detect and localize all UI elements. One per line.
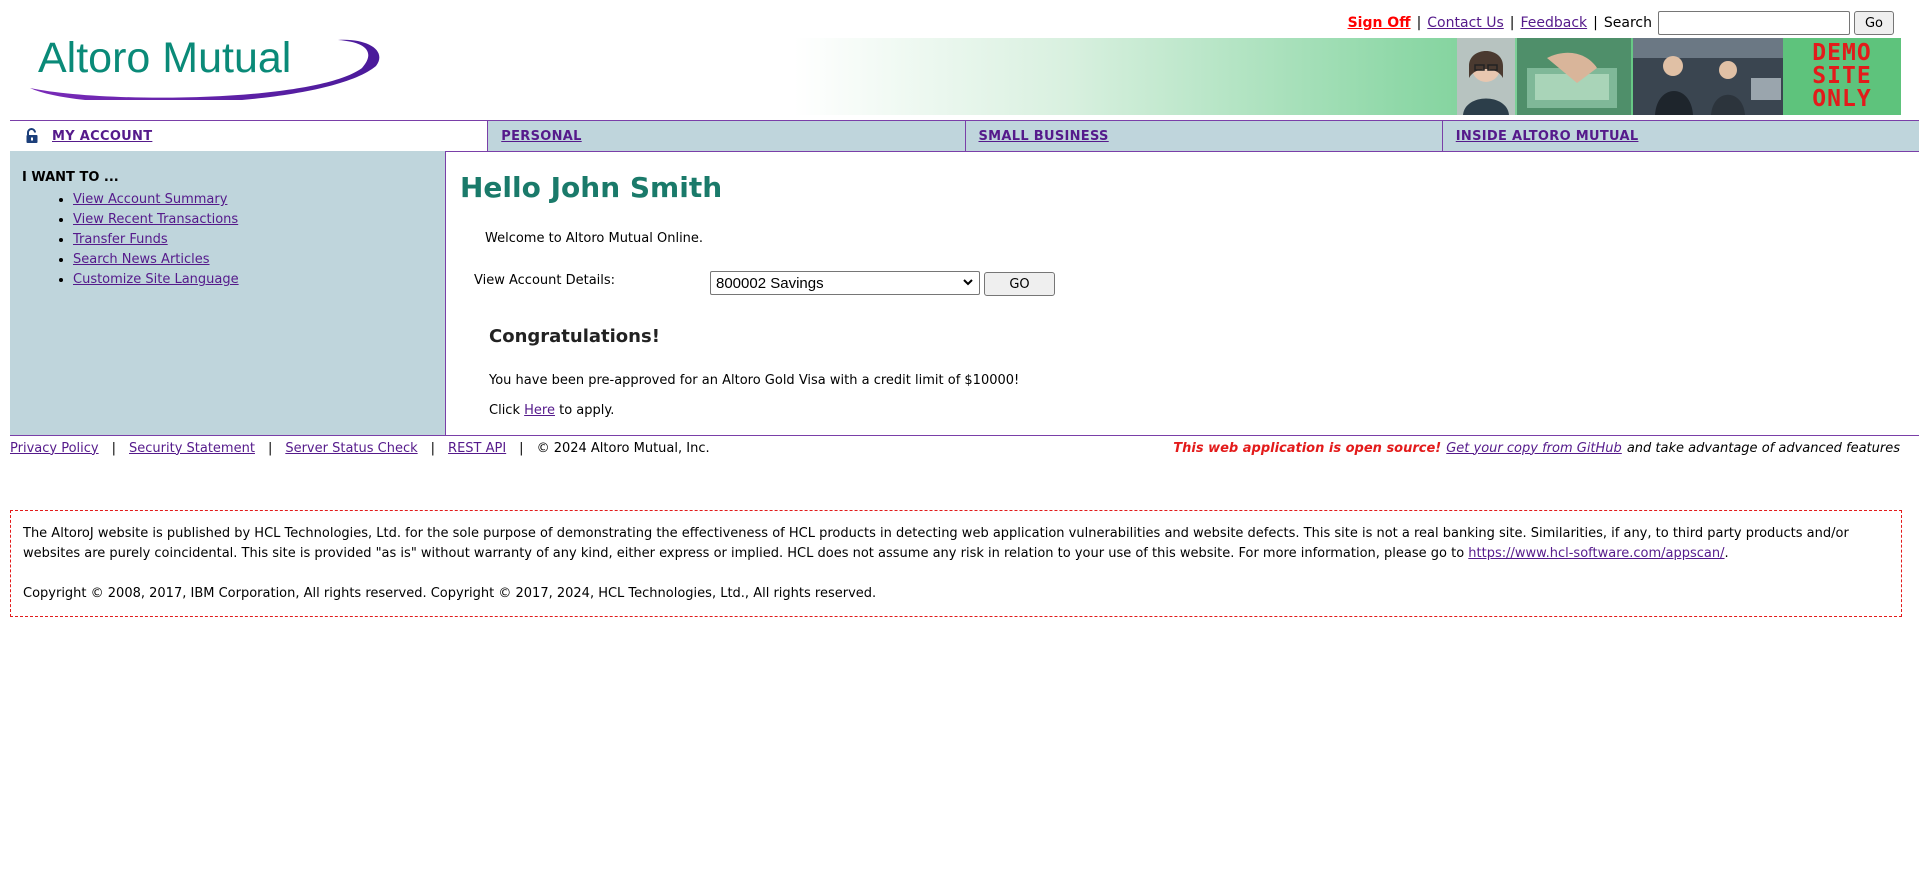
server-status-check-link[interactable]: Server Status Check bbox=[285, 441, 417, 456]
account-details-label: View Account Details: bbox=[474, 273, 616, 288]
disclaimer-period: . bbox=[1724, 546, 1729, 561]
inside-altoro-mutual-link[interactable]: INSIDE ALTORO MUTUAL bbox=[1456, 129, 1639, 144]
hcl-appscan-link[interactable]: https://www.hcl-software.com/appscan/ bbox=[1468, 546, 1724, 561]
account-selected-value: 800002 Savings bbox=[716, 274, 824, 292]
sidebar-title: I WANT TO ... bbox=[22, 170, 119, 185]
separator: | bbox=[267, 440, 273, 456]
banner-photo-woman bbox=[1457, 38, 1515, 115]
view-account-summary-link[interactable]: View Account Summary bbox=[73, 192, 227, 207]
separator: | bbox=[1416, 15, 1422, 31]
click-suffix: to apply. bbox=[559, 403, 615, 418]
office-photo-icon bbox=[1633, 38, 1783, 115]
separator: | bbox=[1593, 15, 1598, 31]
click-prefix: Click bbox=[489, 403, 520, 418]
chevron-down-icon bbox=[963, 279, 973, 286]
small-business-link[interactable]: SMALL BUSINESS bbox=[979, 129, 1109, 144]
search-label: Search bbox=[1603, 15, 1652, 31]
my-account-link[interactable]: MY ACCOUNT bbox=[52, 129, 152, 144]
sidebar-item: Search News Articles bbox=[73, 250, 239, 270]
account-select[interactable]: 800002 Savings bbox=[710, 271, 980, 295]
separator: | bbox=[519, 440, 524, 456]
github-link[interactable]: Get your copy from GitHub bbox=[1446, 441, 1622, 456]
nav-tab-my-account[interactable]: MY ACCOUNT bbox=[10, 121, 488, 151]
contact-us-link[interactable]: Contact Us bbox=[1427, 15, 1503, 31]
person-photo-icon bbox=[1457, 38, 1515, 115]
demo-site-only-badge: DEMO SITE ONLY bbox=[1783, 38, 1901, 115]
separator: | bbox=[111, 440, 116, 456]
demo-line-3: ONLY bbox=[1812, 86, 1872, 112]
nav-tab-small-business[interactable]: SMALL BUSINESS bbox=[964, 121, 1442, 151]
demo-line-1: DEMO bbox=[1812, 40, 1872, 66]
disclaimer-box: The AltoroJ website is published by HCL … bbox=[10, 510, 1902, 617]
banner-photo-hands bbox=[1517, 38, 1631, 115]
search-go-button[interactable]: Go bbox=[1853, 11, 1894, 35]
separator: | bbox=[430, 440, 436, 456]
footer-copyright: © 2024 Altoro Mutual, Inc. bbox=[536, 440, 710, 456]
separator: | bbox=[1509, 15, 1515, 31]
sidebar-item: View Recent Transactions bbox=[73, 210, 239, 230]
logo-swoosh-icon: Altoro Mutual bbox=[30, 34, 380, 104]
rest-api-link[interactable]: REST API bbox=[448, 441, 506, 456]
nav-tab-personal[interactable]: PERSONAL bbox=[487, 121, 965, 151]
welcome-text: Welcome to Altoro Mutual Online. bbox=[485, 231, 704, 246]
search-news-articles-link[interactable]: Search News Articles bbox=[73, 252, 210, 267]
congratulations-heading: Congratulations! bbox=[489, 326, 660, 347]
demo-line-2: SITE bbox=[1812, 63, 1872, 89]
open-source-notice: This web application is open source! Get… bbox=[1173, 438, 1900, 458]
sidebar-menu: View Account Summary View Recent Transac… bbox=[22, 190, 239, 290]
main-nav: MY ACCOUNT PERSONAL SMALL BUSINESS INSID… bbox=[10, 120, 1919, 152]
main-content: Hello John Smith Welcome to Altoro Mutua… bbox=[460, 151, 1910, 435]
privacy-policy-link[interactable]: Privacy Policy bbox=[10, 441, 99, 456]
disclaimer-copyright: Copyright © 2008, 2017, IBM Corporation,… bbox=[23, 586, 877, 601]
footer-divider bbox=[10, 435, 1919, 436]
sidebar: I WANT TO ... View Account Summary View … bbox=[10, 151, 446, 435]
laptop-photo-icon bbox=[1517, 38, 1631, 115]
lock-icon bbox=[26, 128, 38, 143]
header-banner: DEMO SITE ONLY bbox=[794, 38, 1901, 115]
apply-here-link[interactable]: Here bbox=[524, 403, 555, 418]
page-title: Hello John Smith bbox=[460, 171, 723, 204]
advantage-text: and take advantage of advanced features bbox=[1626, 440, 1900, 456]
sidebar-item: Transfer Funds bbox=[73, 230, 239, 250]
customize-site-language-link[interactable]: Customize Site Language bbox=[73, 272, 239, 287]
disclaimer-text: The AltoroJ website is published by HCL … bbox=[23, 524, 1889, 564]
apply-line: Click Here to apply. bbox=[489, 403, 614, 418]
security-statement-link[interactable]: Security Statement bbox=[129, 441, 255, 456]
sign-off-link[interactable]: Sign Off bbox=[1348, 15, 1411, 31]
open-source-text: This web application is open source! bbox=[1173, 440, 1442, 456]
banner-photo-office bbox=[1633, 38, 1783, 115]
altoro-mutual-logo[interactable]: Altoro Mutual bbox=[26, 28, 388, 104]
footer: Privacy Policy | Security Statement | Se… bbox=[10, 438, 1900, 458]
nav-tab-inside-altoro[interactable]: INSIDE ALTORO MUTUAL bbox=[1441, 121, 1919, 151]
account-go-button[interactable]: GO bbox=[984, 272, 1055, 296]
transfer-funds-link[interactable]: Transfer Funds bbox=[73, 232, 168, 247]
sidebar-item: Customize Site Language bbox=[73, 270, 239, 290]
top-utility-bar: Sign Off | Contact Us | Feedback | Searc… bbox=[1348, 10, 1894, 36]
search-input[interactable] bbox=[1657, 11, 1850, 35]
logo-text: Altoro Mutual bbox=[38, 34, 291, 82]
sidebar-item: View Account Summary bbox=[73, 190, 239, 210]
preapproved-text: You have been pre-approved for an Altoro… bbox=[489, 373, 1020, 388]
view-recent-transactions-link[interactable]: View Recent Transactions bbox=[73, 212, 238, 227]
personal-link[interactable]: PERSONAL bbox=[501, 129, 581, 144]
feedback-link[interactable]: Feedback bbox=[1520, 15, 1587, 31]
